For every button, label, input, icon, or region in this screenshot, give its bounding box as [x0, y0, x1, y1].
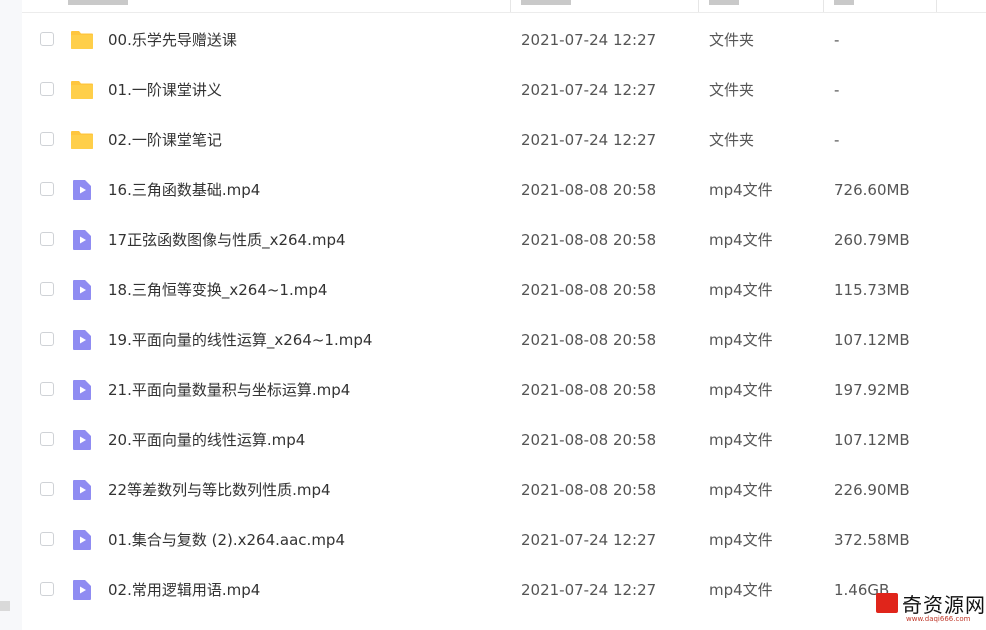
row-checkbox[interactable] [40, 332, 54, 346]
row-checkbox[interactable] [40, 232, 54, 246]
header-separator [698, 0, 699, 12]
row-checkbox[interactable] [40, 432, 54, 446]
file-type: 文件夹 [709, 131, 755, 149]
file-size: 107.12MB [834, 331, 910, 349]
modified-date: 2021-08-08 20:58 [521, 431, 657, 449]
video-file-icon [73, 480, 91, 500]
header-type-column[interactable] [709, 0, 739, 5]
file-type: mp4文件 [709, 181, 773, 199]
row-checkbox[interactable] [40, 532, 54, 546]
video-file-icon [73, 330, 91, 350]
row-checkbox[interactable] [40, 32, 54, 46]
file-row[interactable]: 16.三角函数基础.mp4 2021-08-08 20:58 mp4文件 726… [22, 165, 986, 215]
column-header [22, 0, 986, 13]
file-size: - [834, 131, 840, 149]
watermark-text: 奇资源网 [902, 593, 986, 617]
modified-date: 2021-07-24 12:27 [521, 81, 657, 99]
folder-icon [71, 31, 93, 49]
file-size: 226.90MB [834, 481, 910, 499]
folder-icon [71, 131, 93, 149]
row-checkbox[interactable] [40, 132, 54, 146]
file-type: mp4文件 [709, 381, 773, 399]
modified-date: 2021-07-24 12:27 [521, 531, 657, 549]
file-name[interactable]: 21.平面向量数量积与坐标运算.mp4 [108, 365, 350, 415]
file-row[interactable]: 00.乐学先导赠送课 2021-07-24 12:27 文件夹 - [22, 15, 986, 65]
file-name[interactable]: 02.常用逻辑用语.mp4 [108, 565, 260, 615]
modified-date: 2021-07-24 12:27 [521, 31, 657, 49]
file-type: mp4文件 [709, 431, 773, 449]
video-file-icon [73, 280, 91, 300]
file-type: mp4文件 [709, 581, 773, 599]
row-checkbox[interactable] [40, 382, 54, 396]
modified-date: 2021-08-08 20:58 [521, 481, 657, 499]
header-separator [936, 0, 937, 12]
row-checkbox[interactable] [40, 482, 54, 496]
file-row[interactable]: 01.一阶课堂讲义 2021-07-24 12:27 文件夹 - [22, 65, 986, 115]
file-name[interactable]: 01.集合与复数 (2).x264.aac.mp4 [108, 515, 345, 565]
file-type: mp4文件 [709, 281, 773, 299]
file-size: - [834, 81, 840, 99]
header-name-column[interactable] [68, 0, 128, 5]
header-separator [510, 0, 511, 12]
video-file-icon [73, 380, 91, 400]
file-type: mp4文件 [709, 481, 773, 499]
modified-date: 2021-08-08 20:58 [521, 181, 657, 199]
file-type: 文件夹 [709, 81, 755, 99]
video-file-icon [73, 230, 91, 250]
file-row[interactable]: 02.一阶课堂笔记 2021-07-24 12:27 文件夹 - [22, 115, 986, 165]
file-list: 00.乐学先导赠送课 2021-07-24 12:27 文件夹 - 01.一阶课… [22, 15, 986, 615]
file-size: 115.73MB [834, 281, 910, 299]
file-type: mp4文件 [709, 231, 773, 249]
header-date-column[interactable] [521, 0, 571, 5]
file-name[interactable]: 01.一阶课堂讲义 [108, 65, 222, 115]
file-name[interactable]: 19.平面向量的线性运算_x264~1.mp4 [108, 315, 372, 365]
file-size: - [834, 31, 840, 49]
modified-date: 2021-08-08 20:58 [521, 281, 657, 299]
file-row[interactable]: 20.平面向量的线性运算.mp4 2021-08-08 20:58 mp4文件 … [22, 415, 986, 465]
folder-icon [71, 81, 93, 99]
file-size: 260.79MB [834, 231, 910, 249]
file-size: 197.92MB [834, 381, 910, 399]
file-row[interactable]: 18.三角恒等变换_x264~1.mp4 2021-08-08 20:58 mp… [22, 265, 986, 315]
file-size: 726.60MB [834, 181, 910, 199]
file-size: 372.58MB [834, 531, 910, 549]
video-file-icon [73, 430, 91, 450]
file-name[interactable]: 02.一阶课堂笔记 [108, 115, 222, 165]
file-row[interactable]: 02.常用逻辑用语.mp4 2021-07-24 12:27 mp4文件 1.4… [22, 565, 986, 615]
video-file-icon [73, 580, 91, 600]
modified-date: 2021-07-24 12:27 [521, 581, 657, 599]
file-row[interactable]: 22等差数列与等比数列性质.mp4 2021-08-08 20:58 mp4文件… [22, 465, 986, 515]
file-name[interactable]: 00.乐学先导赠送课 [108, 15, 237, 65]
modified-date: 2021-07-24 12:27 [521, 131, 657, 149]
video-file-icon [73, 530, 91, 550]
file-type: 文件夹 [709, 31, 755, 49]
file-name[interactable]: 18.三角恒等变换_x264~1.mp4 [108, 265, 327, 315]
file-row[interactable]: 17正弦函数图像与性质_x264.mp4 2021-08-08 20:58 mp… [22, 215, 986, 265]
header-size-column[interactable] [834, 0, 854, 5]
modified-date: 2021-08-08 20:58 [521, 231, 657, 249]
file-name[interactable]: 22等差数列与等比数列性质.mp4 [108, 465, 331, 515]
watermark: 奇资源网 www.daqi666.com [872, 588, 986, 626]
file-name[interactable]: 16.三角函数基础.mp4 [108, 165, 260, 215]
file-row[interactable]: 21.平面向量数量积与坐标运算.mp4 2021-08-08 20:58 mp4… [22, 365, 986, 415]
file-name[interactable]: 20.平面向量的线性运算.mp4 [108, 415, 305, 465]
modified-date: 2021-08-08 20:58 [521, 331, 657, 349]
sidebar-scroll-marker [0, 601, 10, 611]
left-sidebar-edge [0, 0, 22, 630]
file-name[interactable]: 17正弦函数图像与性质_x264.mp4 [108, 215, 346, 265]
video-file-icon [73, 180, 91, 200]
row-checkbox[interactable] [40, 182, 54, 196]
file-row[interactable]: 19.平面向量的线性运算_x264~1.mp4 2021-08-08 20:58… [22, 315, 986, 365]
row-checkbox[interactable] [40, 82, 54, 96]
file-type: mp4文件 [709, 331, 773, 349]
row-checkbox[interactable] [40, 582, 54, 596]
file-row[interactable]: 01.集合与复数 (2).x264.aac.mp4 2021-07-24 12:… [22, 515, 986, 565]
row-checkbox[interactable] [40, 282, 54, 296]
watermark-logo-icon [876, 593, 898, 613]
watermark-url: www.daqi666.com [906, 615, 971, 623]
file-size: 107.12MB [834, 431, 910, 449]
header-separator [823, 0, 824, 12]
file-type: mp4文件 [709, 531, 773, 549]
modified-date: 2021-08-08 20:58 [521, 381, 657, 399]
